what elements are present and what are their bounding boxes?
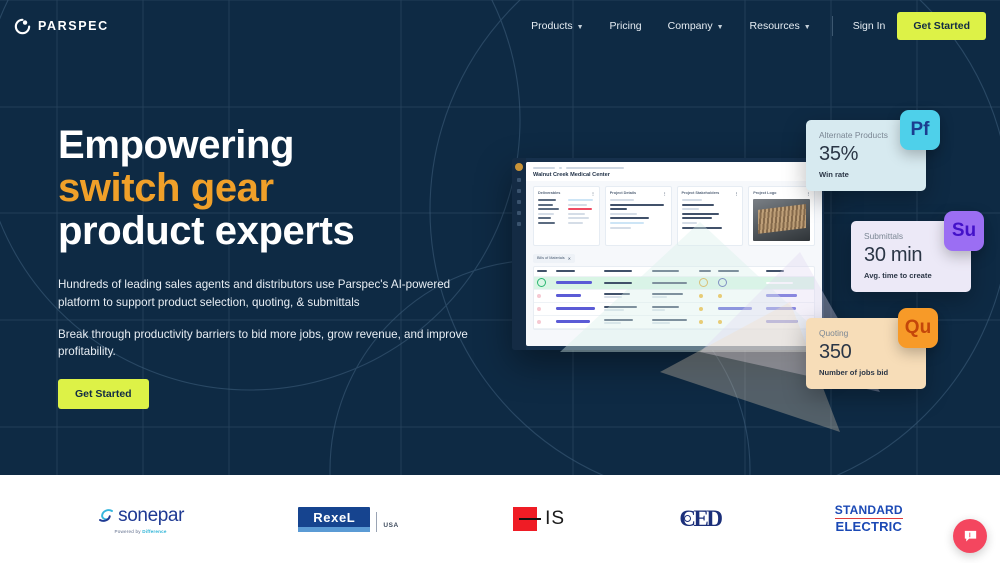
dashboard-project-title: Walnut Creek Medical Center bbox=[533, 172, 610, 178]
breadcrumb-item bbox=[533, 167, 555, 169]
hero-paragraph-1: Hundreds of leading sales agents and dis… bbox=[58, 278, 451, 309]
brand-name: PARSPEC bbox=[38, 19, 109, 33]
close-icon[interactable]: ✕ bbox=[568, 256, 571, 261]
badge-alternate-products: Pf bbox=[900, 110, 940, 150]
stat-footnote: Number of jobs bid bbox=[819, 368, 889, 377]
dashboard-card-title: Project Logo bbox=[753, 191, 777, 195]
stat-label: Alternate Products bbox=[819, 130, 888, 140]
status-dot-icon bbox=[718, 293, 723, 298]
logo-rexel-suffix: USA bbox=[383, 521, 399, 529]
more-icon: ⋮ bbox=[590, 192, 595, 196]
hero-paragraph-2: Break through productivity barriers to b… bbox=[58, 327, 468, 359]
table-row[interactable] bbox=[534, 303, 814, 316]
logo-ced: CED bbox=[679, 506, 723, 532]
nav-item-products[interactable]: Products ▼ bbox=[518, 20, 596, 32]
chevron-down-icon: ▼ bbox=[576, 23, 584, 31]
hero-get-started-button[interactable]: Get Started bbox=[58, 378, 149, 409]
nav-divider bbox=[831, 16, 833, 36]
nav-item-resources[interactable]: Resources ▼ bbox=[737, 20, 824, 32]
logo-standard-electric-line1: STANDARD bbox=[834, 503, 903, 518]
chevron-down-icon: ▼ bbox=[716, 23, 724, 31]
status-dot-icon bbox=[537, 293, 541, 298]
logo-standard-electric-line2: ELECTRIC bbox=[835, 519, 903, 535]
headline-accent: switch gear bbox=[58, 165, 274, 210]
table-header-row bbox=[534, 267, 814, 277]
top-navigation: PARSPEC Products ▼ Pricing Company ▼ Res… bbox=[0, 0, 1000, 52]
chevron-down-icon: ▼ bbox=[803, 23, 811, 31]
is-square-icon bbox=[513, 507, 542, 531]
status-dot-icon bbox=[718, 319, 723, 324]
hero-copy: Empowering switch gear product experts H… bbox=[58, 124, 528, 409]
chat-bubble-icon bbox=[964, 530, 976, 541]
breadcrumb bbox=[533, 167, 815, 169]
dashboard-card-project-logo: Project Logo ⋮ bbox=[748, 186, 815, 246]
dashboard-card-title: Deliverables bbox=[538, 191, 561, 195]
breadcrumb-item bbox=[566, 167, 624, 169]
status-ring-icon bbox=[537, 278, 546, 287]
dashboard-content: Walnut Creek Medical Center Deliverables… bbox=[526, 162, 822, 346]
more-icon: ⋮ bbox=[662, 192, 667, 196]
chat-widget-button[interactable] bbox=[953, 519, 987, 553]
page-title: Empowering switch gear product experts bbox=[58, 124, 528, 252]
logo-sonepar: sonepar Powered by Difference bbox=[97, 505, 184, 534]
status-dot-icon bbox=[699, 306, 704, 311]
logo-is: IS bbox=[513, 507, 565, 531]
headline-line-1: Empowering bbox=[58, 123, 295, 167]
customer-logo-strip: sonepar Powered by Difference RexeL USA … bbox=[0, 475, 1000, 563]
hero-section: PARSPEC Products ▼ Pricing Company ▼ Res… bbox=[0, 0, 1000, 475]
dashboard-card-title: Project Stakeholders bbox=[681, 191, 720, 195]
dashboard-card-project-details: Project Details ⋮ bbox=[604, 186, 672, 246]
nav-item-resources-label: Resources bbox=[749, 20, 800, 32]
nav-item-products-label: Products bbox=[531, 20, 573, 32]
more-icon: ⋮ bbox=[734, 192, 739, 196]
logo-sonepar-name: sonepar bbox=[118, 504, 185, 526]
logo-rexel: RexeL USA bbox=[298, 506, 399, 532]
parspec-circle-icon bbox=[14, 18, 31, 34]
logo-standard-electric: STANDARD ELECTRIC bbox=[834, 503, 903, 535]
stat-value: 35% bbox=[819, 143, 859, 165]
dashboard-topbar: Walnut Creek Medical Center bbox=[526, 162, 822, 181]
product-dashboard-screenshot: Walnut Creek Medical Center Deliverables… bbox=[512, 158, 824, 350]
dashboard-card-project-stakeholders: Project Stakeholders ⋮ bbox=[676, 186, 744, 246]
status-dot-icon bbox=[537, 319, 541, 324]
sign-in-link[interactable]: Sign In bbox=[841, 20, 898, 32]
logo-rexel-name: RexeL bbox=[313, 509, 356, 525]
more-icon: ⋮ bbox=[806, 192, 810, 196]
table-row[interactable] bbox=[534, 276, 814, 290]
dashboard-table bbox=[533, 265, 815, 330]
stat-footnote: Avg. time to create bbox=[864, 271, 932, 280]
project-building-image bbox=[753, 199, 810, 241]
table-row[interactable] bbox=[534, 316, 814, 329]
table-row[interactable] bbox=[534, 290, 814, 303]
nav-item-pricing[interactable]: Pricing bbox=[597, 20, 655, 32]
brand-logo[interactable]: PARSPEC bbox=[14, 18, 109, 35]
logo-ced-name: CED bbox=[679, 506, 723, 531]
dashboard-tab-bills-of-materials[interactable]: Bills of Materials ✕ bbox=[533, 253, 575, 263]
dashboard-tab-label: Bills of Materials bbox=[537, 256, 565, 260]
nav-links: Products ▼ Pricing Company ▼ Resources ▼… bbox=[518, 12, 986, 40]
badge-quoting: Qu bbox=[898, 308, 938, 348]
nav-item-company-label: Company bbox=[667, 20, 713, 32]
sonepar-swirl-icon bbox=[99, 509, 114, 522]
logo-sonepar-tagline: Powered by Difference bbox=[114, 528, 167, 534]
headline-line-3: product experts bbox=[58, 208, 355, 253]
nav-item-company[interactable]: Company ▼ bbox=[655, 20, 737, 32]
nav-item-pricing-label: Pricing bbox=[609, 20, 642, 32]
nav-get-started-button[interactable]: Get Started bbox=[897, 12, 986, 40]
status-dot-icon bbox=[537, 306, 541, 311]
status-dot-icon bbox=[699, 319, 704, 324]
dashboard-cards: Deliverables ⋮ Project Details ⋮ Project… bbox=[526, 181, 822, 246]
breadcrumb-separator bbox=[559, 167, 562, 169]
status-dot-icon bbox=[699, 293, 704, 298]
dashboard-card-title: Project Details bbox=[609, 191, 637, 195]
logo-is-name: IS bbox=[545, 508, 566, 529]
stat-footnote: Win rate bbox=[819, 170, 849, 179]
status-ring-icon bbox=[718, 278, 728, 287]
status-ring-icon bbox=[699, 278, 709, 287]
stat-value: 30 min bbox=[864, 244, 923, 266]
badge-submittals: Su bbox=[944, 211, 984, 251]
dashboard-card-deliverables: Deliverables ⋮ bbox=[533, 186, 600, 246]
